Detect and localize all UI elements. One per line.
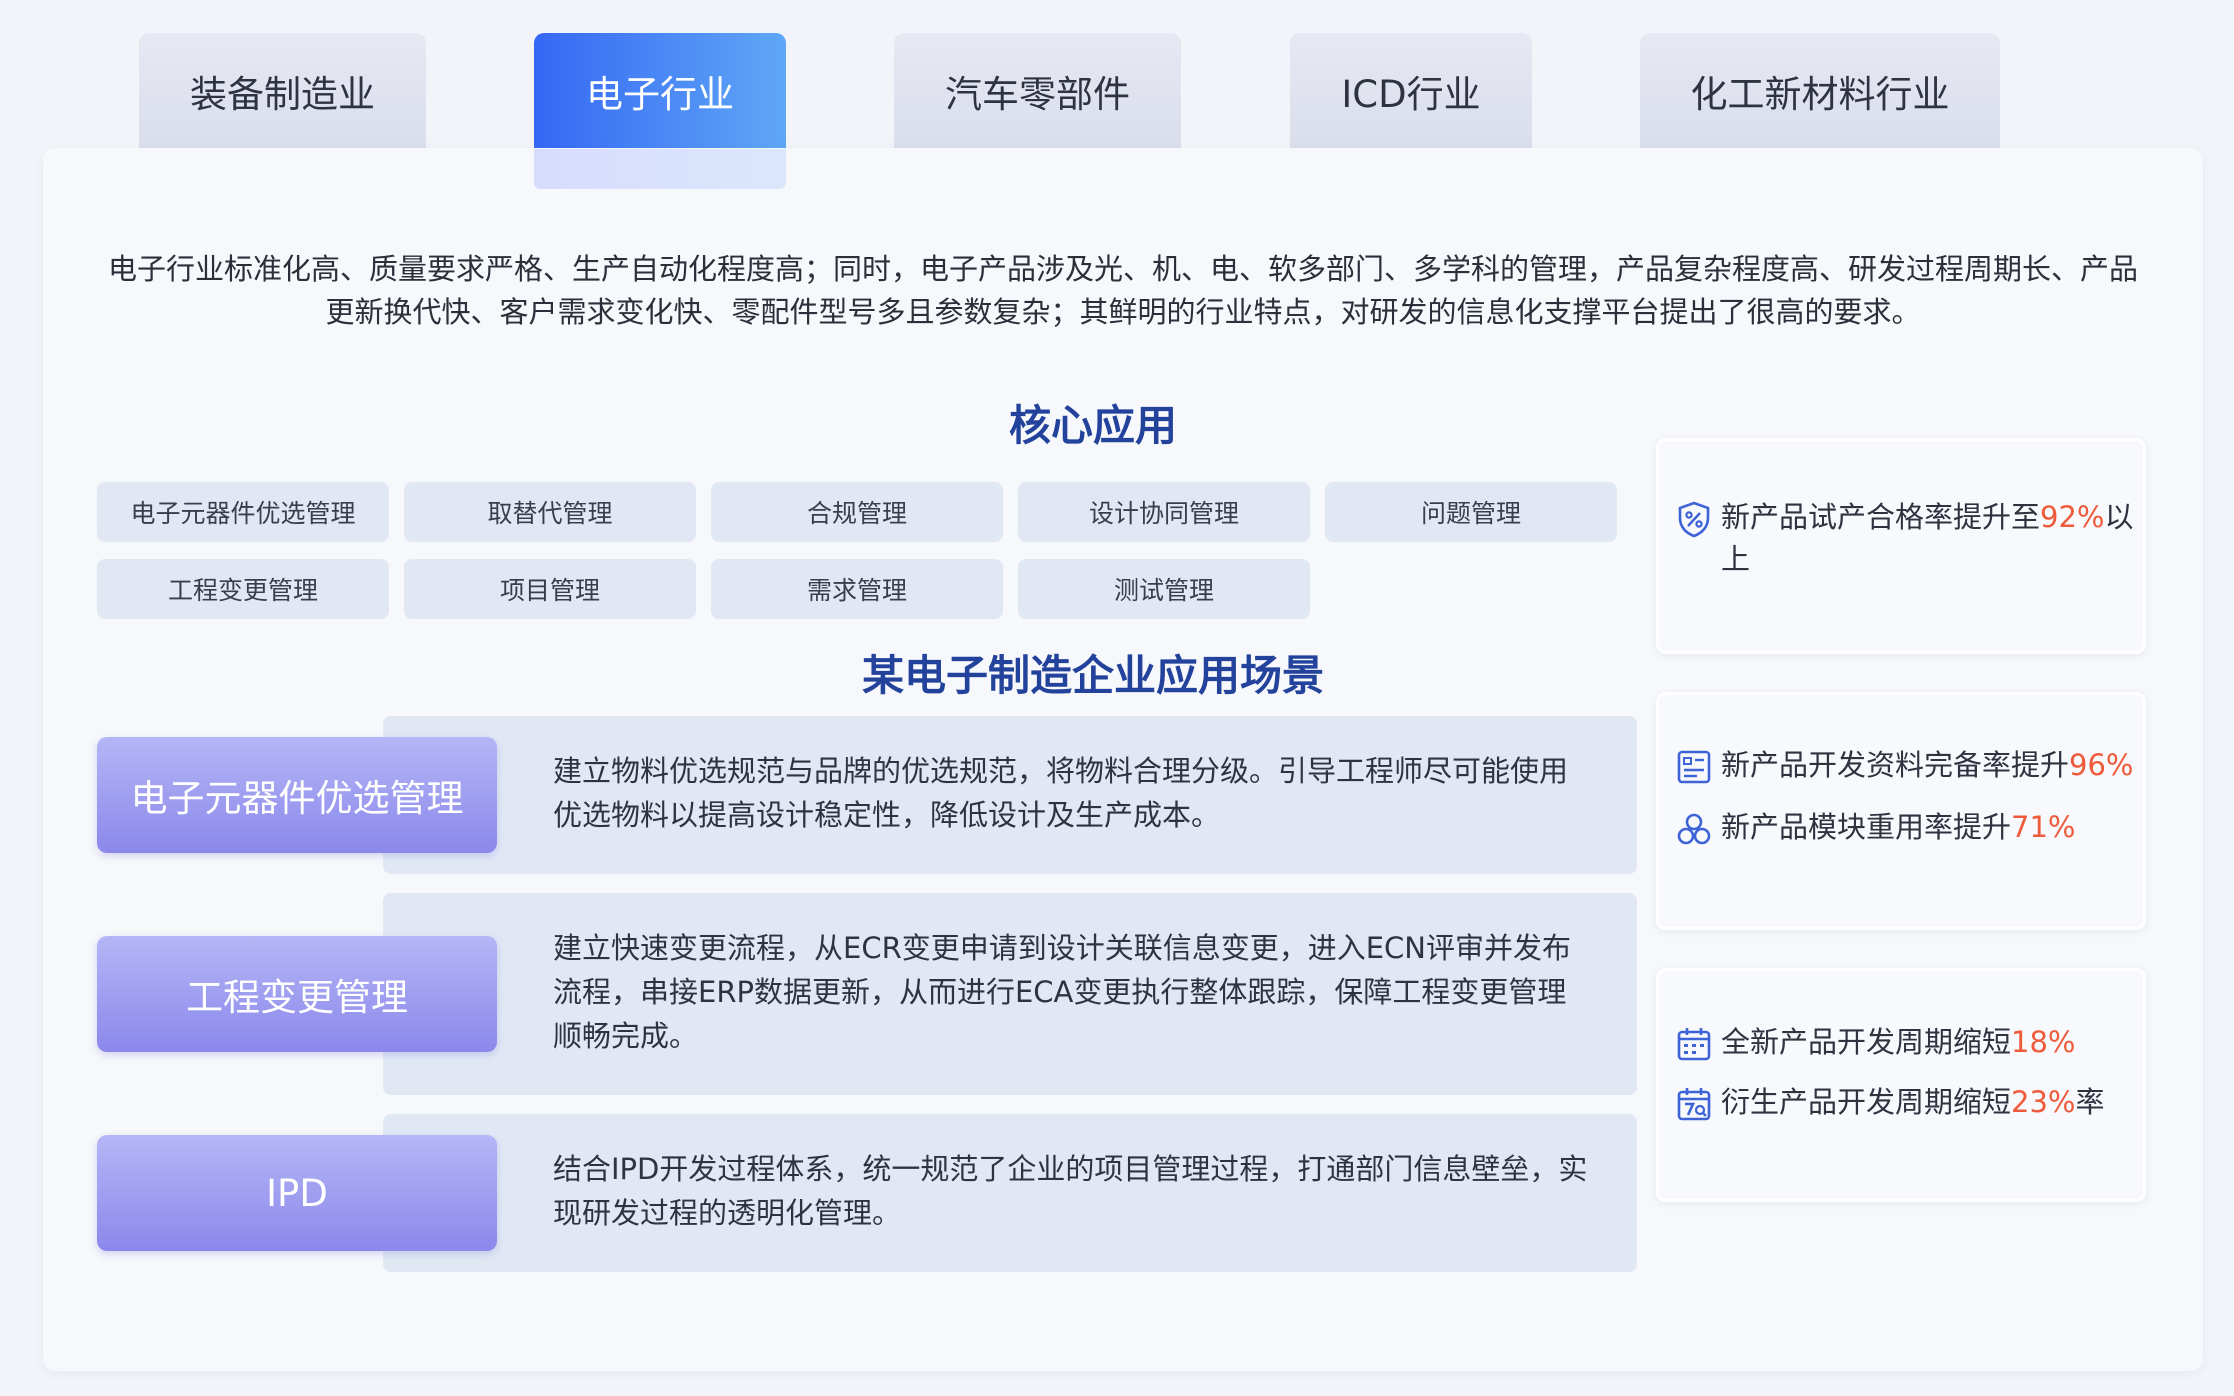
scene-label: 电子元器件优选管理 xyxy=(97,737,497,853)
scene-row-engineering-change: 工程变更管理 建立快速变更流程，从ECR变更申请到设计关联信息变更，进入ECN评… xyxy=(97,893,1637,1095)
metric-value: 18% xyxy=(2011,1025,2076,1059)
metric-item: 新产品开发资料完备率提升96% xyxy=(1675,744,2135,786)
tab-label: ICD行业 xyxy=(1341,73,1481,116)
tab-chemical-materials[interactable]: 化工新材料行业 xyxy=(1640,33,2000,149)
metric-label: 全新产品开发周期缩短 xyxy=(1721,1025,2012,1059)
metric-text: 新产品开发资料完备率提升96% xyxy=(1721,744,2135,786)
scene-description: 建立快速变更流程，从ECR变更申请到设计关联信息变更，进入ECN评审并发布流程，… xyxy=(553,931,1571,1053)
chip-component-selection[interactable]: 电子元器件优选管理 xyxy=(97,482,389,542)
metric-suffix: 率 xyxy=(2075,1085,2105,1119)
tab-label: 装备制造业 xyxy=(190,73,375,116)
tab-electronics[interactable]: 电子行业 xyxy=(534,33,786,149)
industry-intro: 电子行业标准化高、质量要求严格、生产自动化程度高；同时，电子产品涉及光、机、电、… xyxy=(107,252,2138,329)
metric-value: 71% xyxy=(2011,810,2076,844)
scene-description: 结合IPD开发过程体系，统一规范了企业的项目管理过程，打通部门信息壁垒，实现研发… xyxy=(553,1152,1588,1230)
scene-description: 建立物料优选规范与品牌的优选规范，将物料合理分级。引导工程师尽可能使用优选物料以… xyxy=(553,754,1569,832)
metric-item: 新产品模块重用率提升71% xyxy=(1675,806,2135,848)
metric-label: 衍生产品开发周期缩短 xyxy=(1721,1085,2012,1119)
chip-requirement-management[interactable]: 需求管理 xyxy=(711,559,1003,619)
metric-text: 衍生产品开发周期缩短23%率 xyxy=(1721,1081,2135,1123)
metric-text: 新产品模块重用率提升71% xyxy=(1721,806,2135,848)
metric-text: 新产品试产合格率提升至92%以上 xyxy=(1721,496,2135,580)
chip-project-management[interactable]: 项目管理 xyxy=(404,559,696,619)
chip-compliance[interactable]: 合规管理 xyxy=(711,482,1003,542)
calendar-icon xyxy=(1677,1028,1711,1061)
document-list-icon xyxy=(1677,750,1711,784)
active-tab-indicator xyxy=(534,149,786,189)
scene-label: IPD xyxy=(97,1135,497,1251)
chip-engineering-change[interactable]: 工程变更管理 xyxy=(97,559,389,619)
core-applications-chips: 电子元器件优选管理 取替代管理 合规管理 设计协同管理 问题管理 工程变更管理 … xyxy=(97,482,1677,622)
metric-value: 92% xyxy=(2040,500,2105,534)
metric-label: 新产品模块重用率提升 xyxy=(1721,810,2012,844)
tab-label: 化工新材料行业 xyxy=(1690,73,1950,116)
metric-card-trial-yield: 新产品试产合格率提升至92%以上 xyxy=(1656,438,2146,654)
metric-item: 新产品试产合格率提升至92%以上 xyxy=(1675,496,2135,580)
chip-substitution[interactable]: 取替代管理 xyxy=(404,482,696,542)
metric-value: 23% xyxy=(2011,1085,2076,1119)
tab-label: 电子行业 xyxy=(586,73,734,116)
tab-label: 汽车零部件 xyxy=(945,73,1130,116)
chip-design-collaboration[interactable]: 设计协同管理 xyxy=(1018,482,1310,542)
metric-label: 新产品开发资料完备率提升 xyxy=(1721,748,2070,782)
scene-label: 工程变更管理 xyxy=(97,936,497,1052)
tab-icd[interactable]: ICD行业 xyxy=(1290,33,1532,149)
metric-card-development-data: 新产品开发资料完备率提升96% 新产品模块重用率提升71% xyxy=(1656,692,2146,930)
chip-issue-management[interactable]: 问题管理 xyxy=(1325,482,1617,542)
chip-test-management[interactable]: 测试管理 xyxy=(1018,559,1310,619)
content-card: 电子行业标准化高、质量要求严格、生产自动化程度高；同时，电子产品涉及光、机、电、… xyxy=(43,148,2203,1371)
shield-percent-icon xyxy=(1678,501,1710,538)
metric-item: 衍生产品开发周期缩短23%率 xyxy=(1675,1081,2135,1123)
tab-auto-parts[interactable]: 汽车零部件 xyxy=(894,33,1181,149)
page: 装备制造业 电子行业 汽车零部件 ICD行业 化工新材料行业 电子行业标准化高、… xyxy=(0,0,2234,1396)
modules-icon xyxy=(1677,813,1711,845)
tab-equipment-manufacturing[interactable]: 装备制造业 xyxy=(139,33,426,149)
scene-row-component-selection: 电子元器件优选管理 建立物料优选规范与品牌的优选规范，将物料合理分级。引导工程师… xyxy=(97,716,1637,874)
calendar-seven-icon xyxy=(1677,1088,1711,1121)
metric-text: 全新产品开发周期缩短18% xyxy=(1721,1021,2135,1063)
metric-card-development-cycle: 全新产品开发周期缩短18% 衍生产品开发周期缩短23%率 xyxy=(1656,968,2146,1202)
metric-label: 新产品试产合格率提升至 xyxy=(1721,500,2041,534)
scene-row-ipd: IPD 结合IPD开发过程体系，统一规范了企业的项目管理过程，打通部门信息壁垒，… xyxy=(97,1114,1637,1272)
metric-item: 全新产品开发周期缩短18% xyxy=(1675,1021,2135,1063)
metric-value: 96% xyxy=(2069,748,2134,782)
